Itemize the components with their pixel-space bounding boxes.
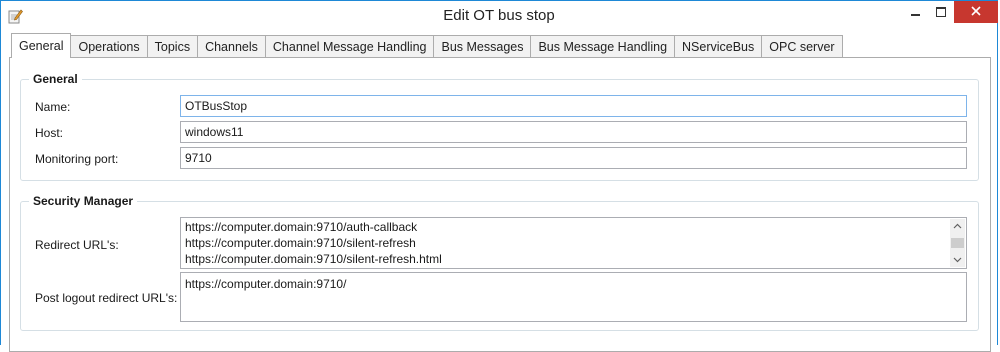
tab-channel-message-handling[interactable]: Channel Message Handling (264, 35, 435, 57)
close-icon (971, 5, 981, 19)
vertical-scrollbar[interactable] (950, 219, 965, 267)
post-logout-redirect-urls-textarea[interactable]: https://computer.domain:9710/ (180, 272, 967, 322)
scroll-down-arrow-icon[interactable] (953, 257, 962, 263)
redirect-url-line: https://computer.domain:9710/silent-refr… (185, 236, 416, 250)
redirect-urls-textarea[interactable]: https://computer.domain:9710/auth-callba… (180, 217, 967, 269)
title-bar[interactable]: Edit OT bus stop (1, 1, 998, 32)
minimize-icon (910, 14, 920, 16)
post-logout-redirect-urls-label: Post logout redirect URL's: (35, 291, 178, 305)
tab-strip: General Operations Topics Channels Chann… (11, 33, 843, 58)
host-input[interactable] (180, 121, 967, 143)
general-group: General Name: Host: Monitoring port: (20, 72, 979, 181)
security-manager-group: Security Manager Redirect URL's: https:/… (20, 194, 979, 331)
redirect-url-line: https://computer.domain:9710/silent-refr… (185, 252, 442, 266)
redirect-url-line: https://computer.domain:9710/auth-callba… (185, 220, 418, 234)
monitoring-port-label: Monitoring port: (35, 152, 119, 166)
maximize-button[interactable] (928, 1, 954, 23)
post-logout-url-line: https://computer.domain:9710/ (185, 277, 347, 291)
name-label: Name: (35, 100, 71, 114)
general-tab-panel: General Name: Host: Monitoring port: Sec… (9, 57, 991, 352)
tab-operations[interactable]: Operations (70, 35, 148, 57)
monitoring-port-input[interactable] (180, 147, 967, 169)
window-title: Edit OT bus stop (443, 7, 555, 24)
scrollbar-thumb[interactable] (951, 238, 964, 248)
tab-channels[interactable]: Channels (197, 35, 266, 57)
name-input[interactable] (180, 95, 967, 117)
close-button[interactable] (954, 1, 998, 23)
redirect-urls-label: Redirect URL's: (35, 238, 119, 252)
security-manager-legend: Security Manager (29, 194, 138, 208)
tab-general[interactable]: General (11, 33, 72, 58)
tab-bus-messages[interactable]: Bus Messages (433, 35, 532, 57)
edit-dialog-window: Edit OT bus stop General Operations Topi… (0, 0, 998, 352)
minimize-button[interactable] (902, 1, 928, 23)
maximize-icon (936, 7, 946, 17)
tab-bus-message-handling[interactable]: Bus Message Handling (530, 35, 676, 57)
host-label: Host: (35, 126, 64, 140)
general-group-legend: General (29, 72, 82, 86)
tab-nservicebus[interactable]: NServiceBus (674, 35, 763, 57)
scroll-up-arrow-icon[interactable] (953, 223, 962, 229)
tab-topics[interactable]: Topics (146, 35, 199, 57)
tab-opc-server[interactable]: OPC server (761, 35, 843, 57)
